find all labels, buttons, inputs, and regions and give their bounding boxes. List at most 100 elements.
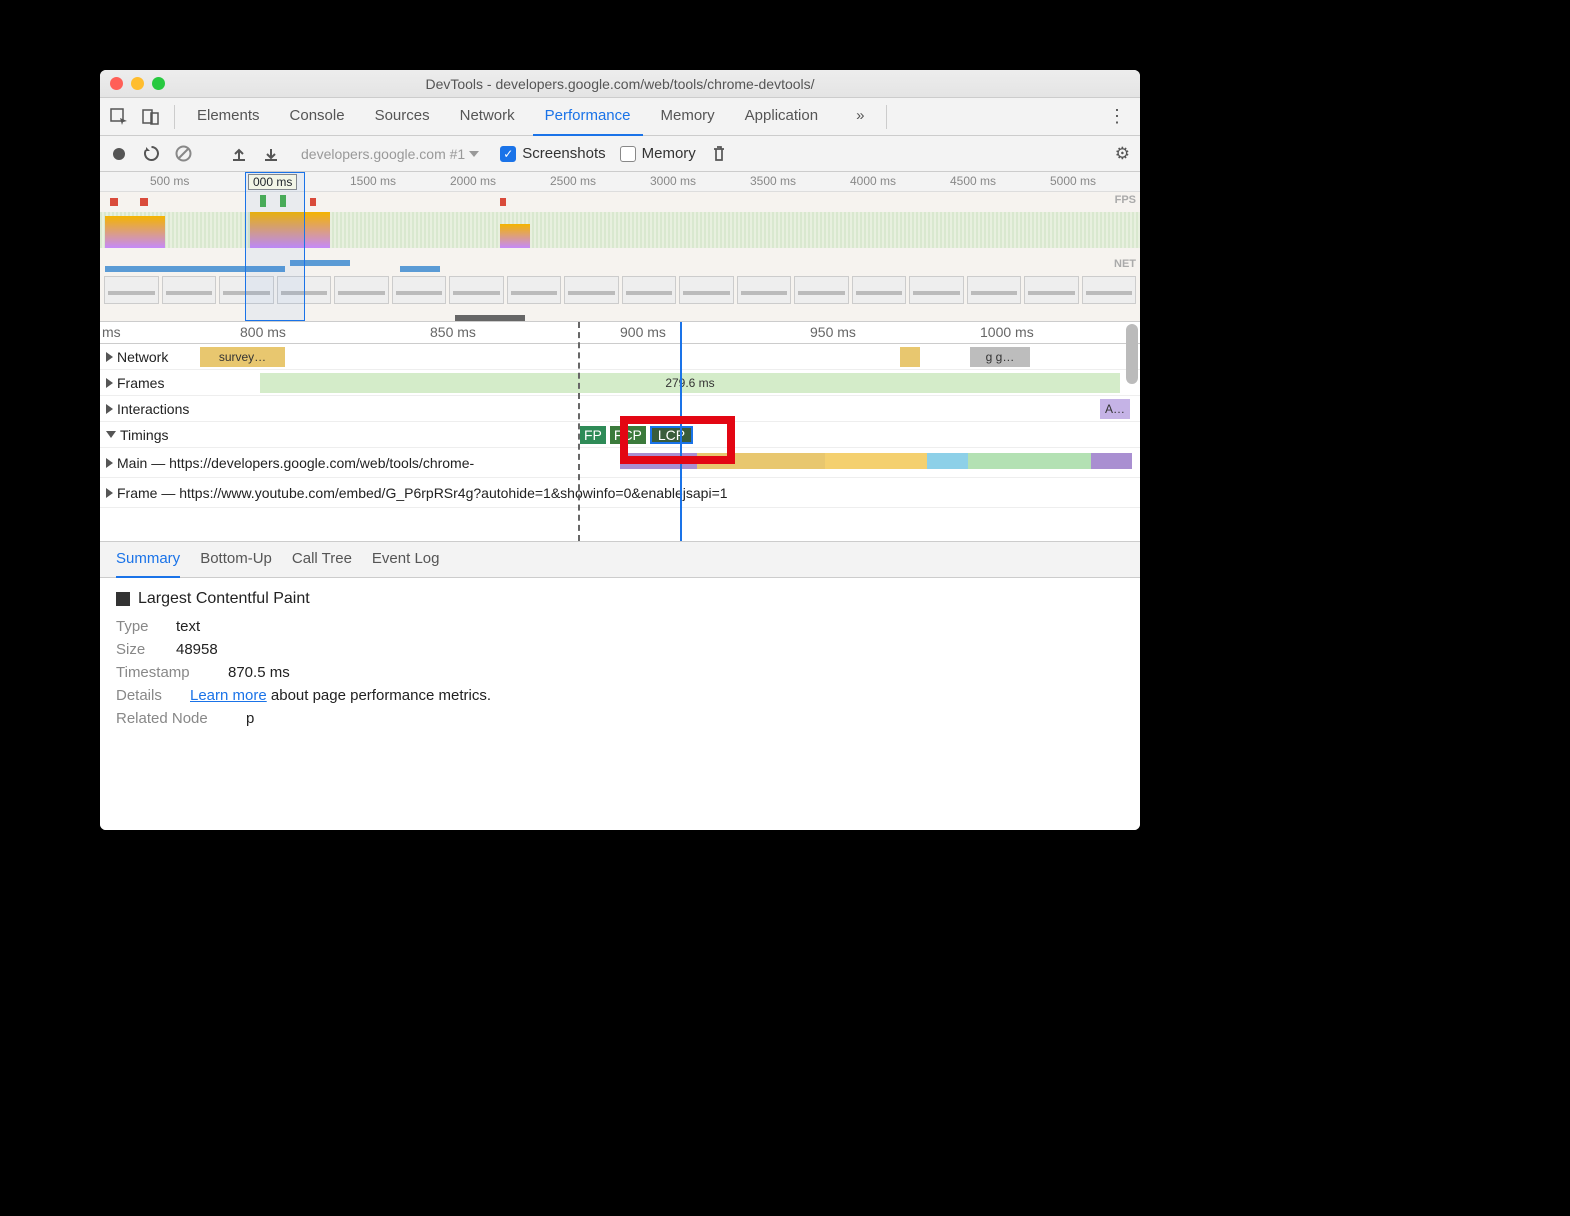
- load-profile-icon[interactable]: [230, 145, 248, 163]
- network-request-bar[interactable]: [900, 347, 920, 367]
- details-tabs: Summary Bottom-Up Call Tree Event Log: [100, 542, 1140, 578]
- overview-timeline[interactable]: 500 ms 1000 ms 1500 ms 2000 ms 2500 ms 3…: [100, 172, 1140, 322]
- traffic-lights: [110, 77, 165, 90]
- save-profile-icon[interactable]: [262, 145, 280, 163]
- learn-more-link[interactable]: Learn more: [190, 687, 267, 704]
- reload-icon[interactable]: [142, 145, 160, 163]
- device-toolbar-icon[interactable]: [138, 104, 164, 130]
- screenshot-thumbnail[interactable]: [909, 276, 964, 304]
- network-request-bar[interactable]: survey…: [200, 347, 285, 367]
- memory-checkbox[interactable]: Memory: [620, 145, 696, 162]
- tab-call-tree[interactable]: Call Tree: [292, 542, 352, 578]
- minimize-window-icon[interactable]: [131, 77, 144, 90]
- screenshot-thumbnail[interactable]: [679, 276, 734, 304]
- divider: [174, 105, 175, 129]
- tab-overflow[interactable]: »: [844, 98, 876, 136]
- track-timings[interactable]: Timings FP FCP LCP: [100, 422, 1140, 448]
- summary-panel: Largest Contentful Paint Type text Size …: [100, 578, 1140, 830]
- summary-details-text: about page performance metrics.: [267, 687, 491, 704]
- tab-application[interactable]: Application: [733, 98, 830, 136]
- clear-icon[interactable]: [174, 145, 192, 163]
- screenshot-thumbnail[interactable]: [794, 276, 849, 304]
- collect-garbage-icon[interactable]: [710, 145, 728, 163]
- network-request-bar[interactable]: g g…: [970, 347, 1030, 367]
- screenshot-thumbnail[interactable]: [737, 276, 792, 304]
- timing-fp-marker[interactable]: FP: [580, 426, 606, 444]
- devtools-window: DevTools - developers.google.com/web/too…: [100, 70, 1140, 830]
- summary-heading: Largest Contentful Paint: [138, 590, 310, 608]
- titlebar: DevTools - developers.google.com/web/too…: [100, 70, 1140, 98]
- recording-dropdown[interactable]: developers.google.com #1: [294, 143, 486, 165]
- track-frames[interactable]: Frames 279.6 ms: [100, 370, 1140, 396]
- overview-tick: 5000 ms: [1050, 174, 1096, 188]
- track-label: Frames: [117, 375, 164, 391]
- chevron-right-icon: [106, 488, 113, 498]
- close-window-icon[interactable]: [110, 77, 123, 90]
- tab-event-log[interactable]: Event Log: [372, 542, 440, 578]
- track-frame-embed[interactable]: Frame — https://www.youtube.com/embed/G_…: [100, 478, 1140, 508]
- tab-bottom-up[interactable]: Bottom-Up: [200, 542, 272, 578]
- tab-elements[interactable]: Elements: [185, 98, 272, 136]
- screenshot-thumbnail[interactable]: [449, 276, 504, 304]
- screenshot-thumbnail[interactable]: [967, 276, 1022, 304]
- ruler-tick: 900 ms: [620, 324, 666, 340]
- summary-related-value[interactable]: p: [246, 710, 254, 727]
- chevron-right-icon: [106, 378, 113, 388]
- frame-duration-bar[interactable]: 279.6 ms: [260, 373, 1120, 393]
- screenshot-thumbnail[interactable]: [162, 276, 217, 304]
- tab-network[interactable]: Network: [448, 98, 527, 136]
- track-label: Frame — https://www.youtube.com/embed/G_…: [117, 485, 728, 501]
- overview-selection[interactable]: [245, 172, 305, 321]
- ruler-tick: 800 ms: [240, 324, 286, 340]
- divider: [886, 105, 887, 129]
- tab-sources[interactable]: Sources: [363, 98, 442, 136]
- panel-tabbar: Elements Console Sources Network Perform…: [100, 98, 1140, 136]
- overview-tick: 4000 ms: [850, 174, 896, 188]
- memory-label: Memory: [642, 145, 696, 162]
- inspect-element-icon[interactable]: [106, 104, 132, 130]
- screenshots-checkbox[interactable]: Screenshots: [500, 145, 605, 162]
- chevron-right-icon: [106, 458, 113, 468]
- zoom-window-icon[interactable]: [152, 77, 165, 90]
- screenshot-thumbnail[interactable]: [104, 276, 159, 304]
- screenshot-thumbnail[interactable]: [852, 276, 907, 304]
- screenshot-thumbnail[interactable]: [564, 276, 619, 304]
- tab-memory[interactable]: Memory: [649, 98, 727, 136]
- screenshot-thumbnail[interactable]: [1082, 276, 1137, 304]
- secondary-marker-line: [578, 322, 580, 541]
- screenshot-thumbnail[interactable]: [1024, 276, 1079, 304]
- flamechart[interactable]: ms 800 ms 850 ms 900 ms 950 ms 1000 ms N…: [100, 322, 1140, 542]
- more-options-icon[interactable]: ⋮: [1100, 106, 1134, 127]
- summary-size-value: 48958: [176, 641, 218, 658]
- summary-timestamp-label: Timestamp: [116, 664, 216, 681]
- overview-tick: 4500 ms: [950, 174, 996, 188]
- screenshot-thumbnail[interactable]: [507, 276, 562, 304]
- event-color-swatch: [116, 592, 130, 606]
- screenshot-thumbnail[interactable]: [334, 276, 389, 304]
- vertical-scrollbar[interactable]: [1126, 324, 1138, 384]
- summary-related-label: Related Node: [116, 710, 234, 727]
- chevron-down-icon: [106, 431, 116, 438]
- track-label: Timings: [120, 427, 169, 443]
- tab-console[interactable]: Console: [278, 98, 357, 136]
- recording-dropdown-label: developers.google.com #1: [301, 146, 465, 162]
- record-icon[interactable]: [110, 145, 128, 163]
- track-label: Interactions: [117, 401, 189, 417]
- chevron-down-icon: [469, 151, 479, 157]
- chevron-right-icon: [106, 404, 113, 414]
- settings-icon[interactable]: ⚙: [1115, 144, 1130, 164]
- overview-tick: 2000 ms: [450, 174, 496, 188]
- overview-scroll-handle[interactable]: [455, 315, 525, 321]
- summary-timestamp-value: 870.5 ms: [228, 664, 290, 681]
- summary-type-label: Type: [116, 618, 164, 635]
- track-label: Main — https://developers.google.com/web…: [117, 455, 474, 471]
- track-network[interactable]: Network survey… g g…: [100, 344, 1140, 370]
- ruler-tick: 1000 ms: [980, 324, 1034, 340]
- track-label: Network: [117, 349, 168, 365]
- tab-summary[interactable]: Summary: [116, 542, 180, 578]
- overview-tick: 3500 ms: [750, 174, 796, 188]
- interaction-bar[interactable]: A…: [1100, 399, 1130, 419]
- screenshot-thumbnail[interactable]: [392, 276, 447, 304]
- tab-performance[interactable]: Performance: [533, 98, 643, 136]
- screenshot-thumbnail[interactable]: [622, 276, 677, 304]
